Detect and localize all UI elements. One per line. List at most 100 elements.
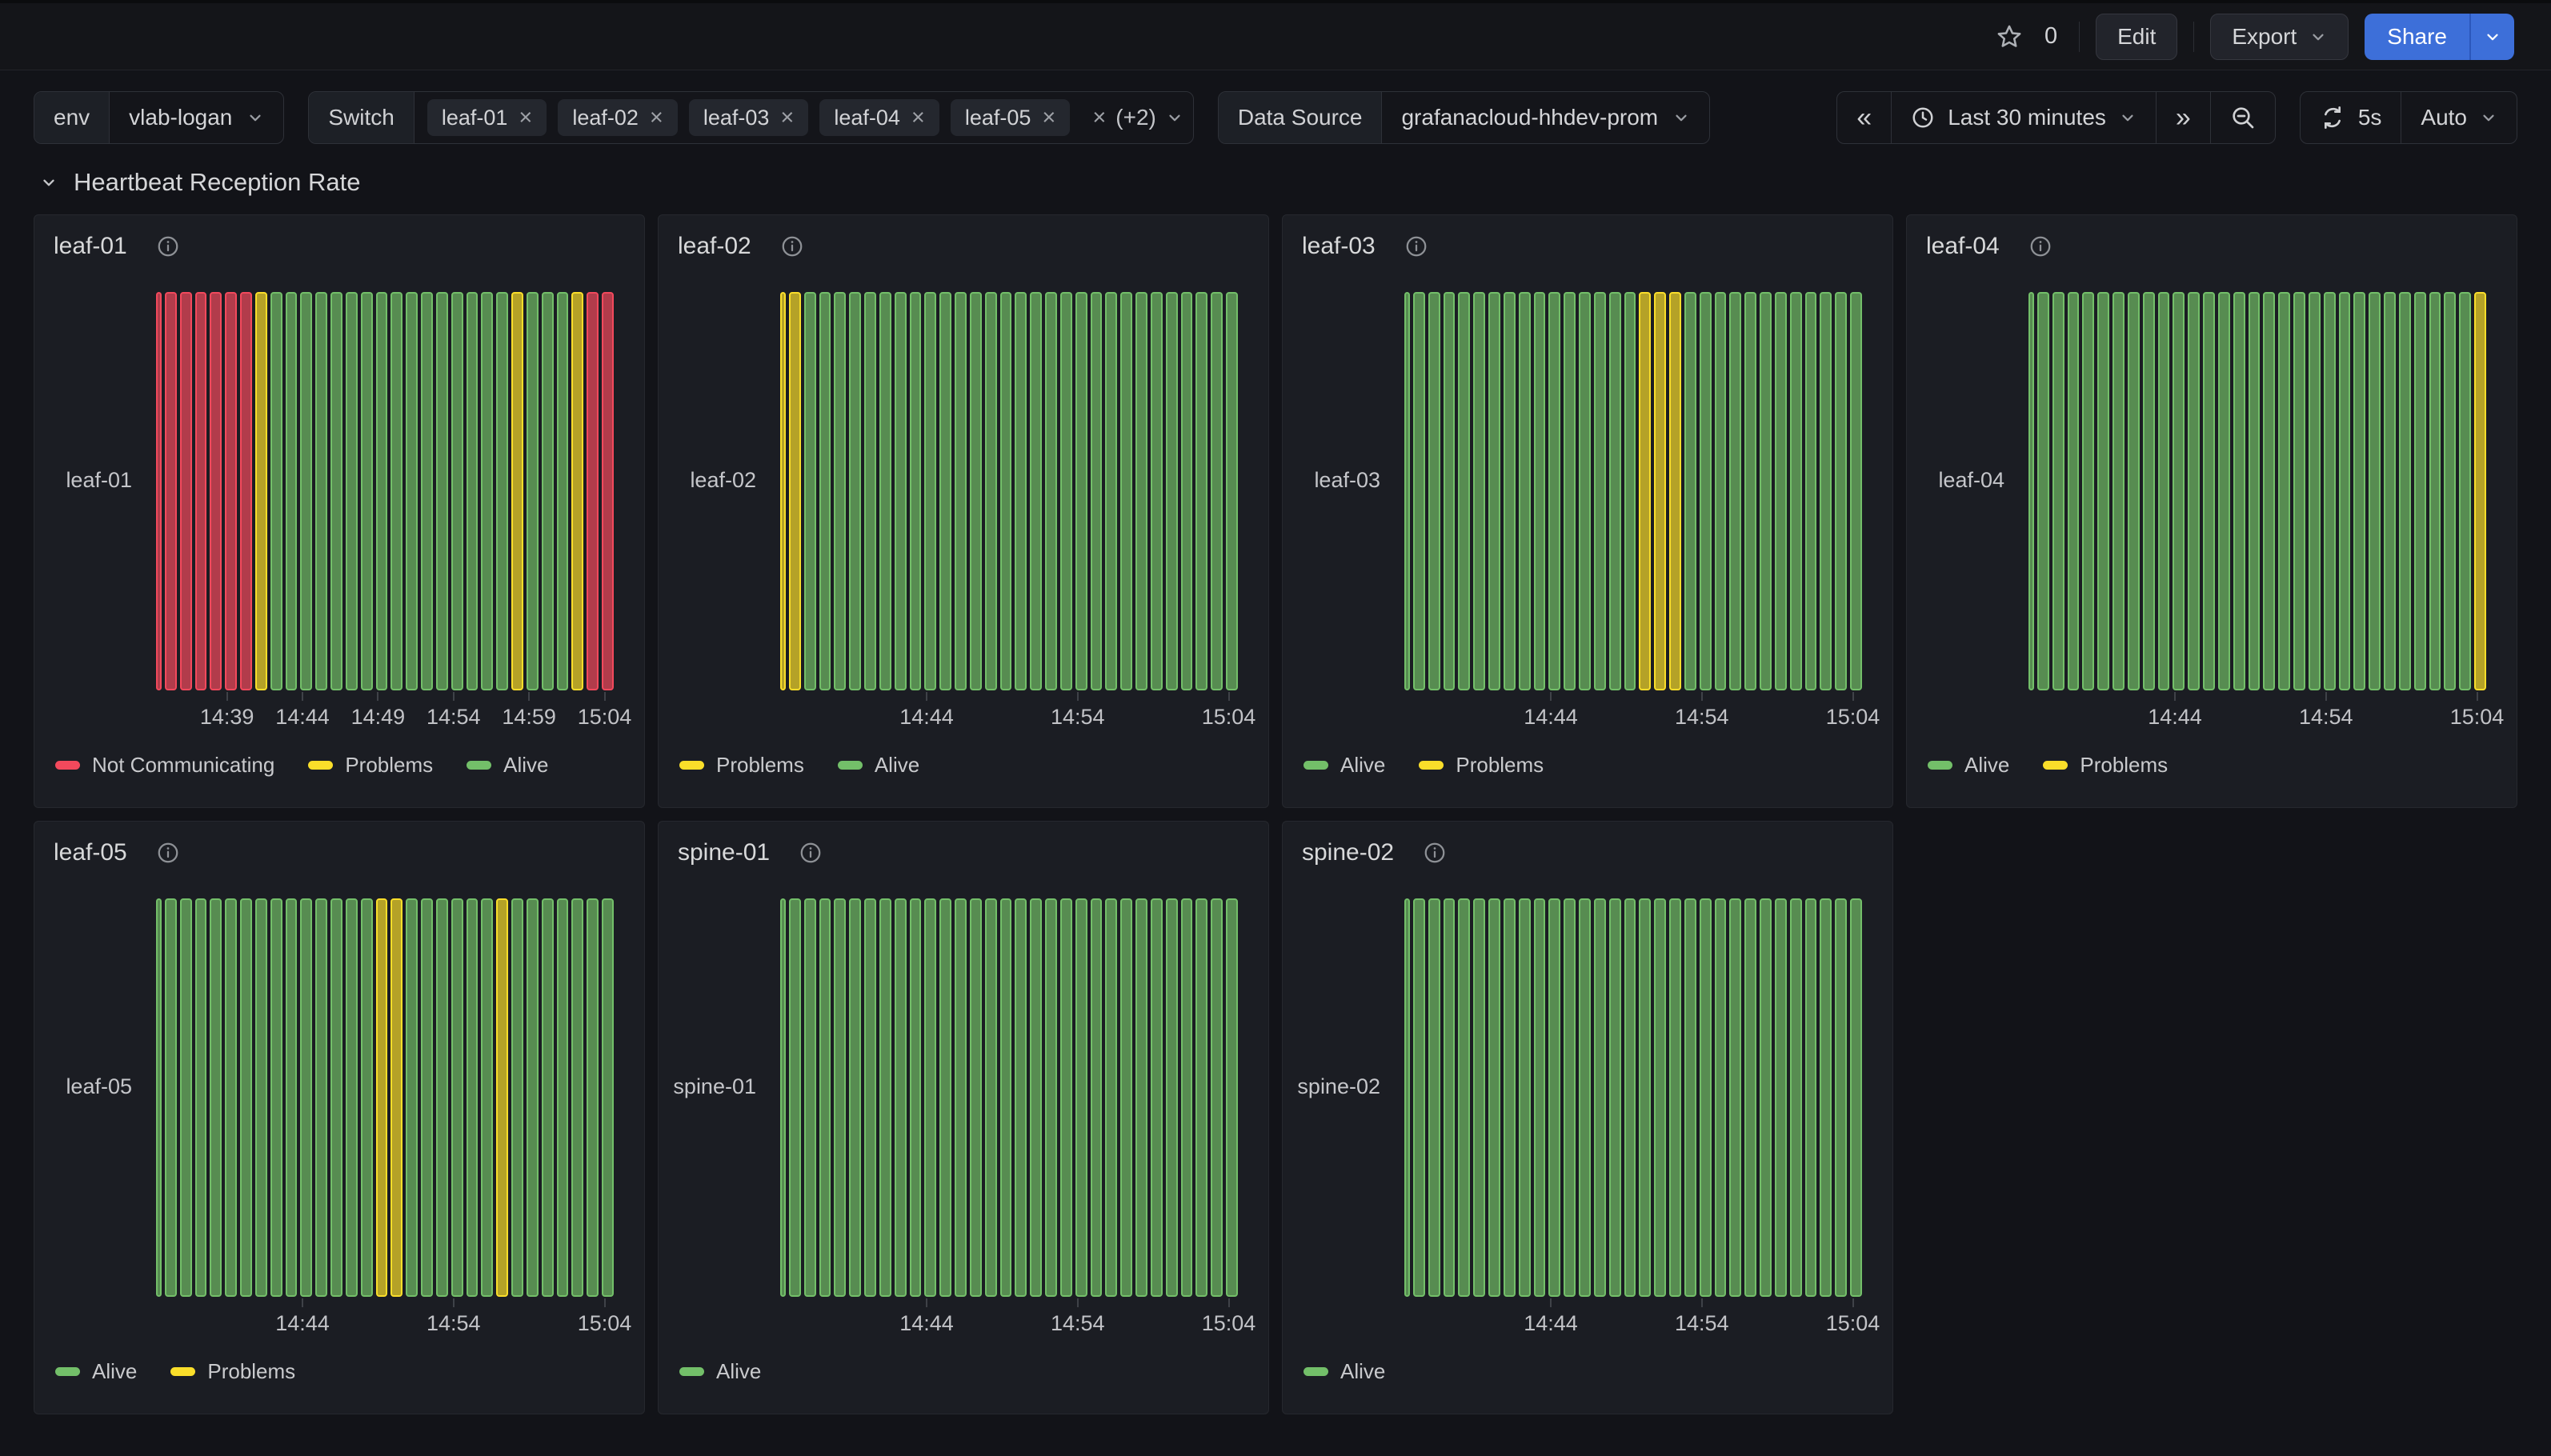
edit-button[interactable]: Edit bbox=[2096, 14, 2177, 60]
row-header-heartbeat[interactable]: Heartbeat Reception Rate bbox=[0, 144, 2551, 197]
panel-spine-02: spine-02spine-0214:4414:5415:04Alive bbox=[1282, 821, 1893, 1414]
bars-track bbox=[1404, 898, 1862, 1297]
share-button[interactable]: Share bbox=[2365, 14, 2469, 60]
remove-tag-icon[interactable]: × bbox=[780, 106, 794, 130]
info-icon[interactable] bbox=[156, 841, 180, 865]
legend: Alive Problems bbox=[1283, 737, 1892, 807]
status-bar-notcomm bbox=[587, 292, 599, 690]
x-axis: 14:4414:5415:04 bbox=[156, 1297, 614, 1343]
status-bar-alive bbox=[1151, 898, 1163, 1297]
time-zoom-out-button[interactable] bbox=[2210, 92, 2275, 143]
time-range-picker[interactable]: Last 30 minutes bbox=[1891, 92, 2156, 143]
datasource-value-dropdown[interactable]: grafanacloud-hhdev-prom bbox=[1382, 92, 1709, 143]
header-divider bbox=[2079, 22, 2080, 52]
status-bar-alive bbox=[1744, 898, 1756, 1297]
info-icon[interactable] bbox=[1404, 234, 1428, 258]
legend-item-alive[interactable]: Alive bbox=[838, 753, 919, 778]
info-icon[interactable] bbox=[1423, 841, 1447, 865]
refresh-button[interactable]: 5s bbox=[2301, 92, 2401, 143]
share-menu-button[interactable] bbox=[2469, 14, 2514, 60]
status-bar-alive bbox=[225, 898, 237, 1297]
x-axis-label: 14:44 bbox=[1524, 1311, 1578, 1336]
switch-overflow-dropdown[interactable]: × (+2) bbox=[1083, 92, 1193, 143]
remove-tag-icon[interactable]: × bbox=[650, 106, 663, 130]
status-bar-alive bbox=[2414, 292, 2426, 690]
status-bar-alive bbox=[1534, 292, 1546, 690]
env-value-dropdown[interactable]: vlab-logan bbox=[110, 92, 283, 143]
star-icon bbox=[1996, 23, 2023, 50]
legend-item-alive[interactable]: Alive bbox=[1928, 753, 2009, 778]
remove-tag-icon[interactable]: × bbox=[1042, 106, 1055, 130]
x-axis-label: 15:04 bbox=[1202, 1311, 1256, 1336]
time-shift-forward-button[interactable]: » bbox=[2156, 92, 2210, 143]
chevron-down-icon bbox=[2309, 28, 2327, 46]
status-bar-alive bbox=[1700, 292, 1712, 690]
legend-swatch bbox=[1304, 1367, 1328, 1376]
remove-tag-icon[interactable]: × bbox=[519, 106, 532, 130]
legend-item-notcomm[interactable]: Not Communicating bbox=[55, 753, 274, 778]
export-button[interactable]: Export bbox=[2210, 14, 2349, 60]
x-axis-tick bbox=[1701, 692, 1703, 701]
status-bar-alive bbox=[1760, 898, 1772, 1297]
double-chevron-left-icon: « bbox=[1856, 102, 1872, 134]
status-bar-alive bbox=[390, 292, 402, 690]
switch-tag-leaf-01[interactable]: leaf-01× bbox=[427, 99, 547, 136]
status-history-chart: leaf-0514:4414:5415:04 bbox=[34, 876, 644, 1343]
legend-item-problems[interactable]: Problems bbox=[679, 753, 804, 778]
switch-tag-leaf-04[interactable]: leaf-04× bbox=[819, 99, 939, 136]
info-icon[interactable] bbox=[780, 234, 804, 258]
legend-item-alive[interactable]: Alive bbox=[55, 1359, 137, 1384]
legend-item-problems[interactable]: Problems bbox=[308, 753, 433, 778]
status-bar-notcomm bbox=[156, 292, 162, 690]
bars-track bbox=[156, 898, 614, 1297]
status-bar-alive bbox=[955, 292, 967, 690]
panel-title[interactable]: spine-02 bbox=[1302, 839, 1394, 866]
x-axis: 14:4414:5415:04 bbox=[1404, 690, 1862, 737]
legend-item-problems[interactable]: Problems bbox=[2043, 753, 2168, 778]
switch-tag-leaf-03[interactable]: leaf-03× bbox=[689, 99, 809, 136]
time-shift-back-button[interactable]: « bbox=[1837, 92, 1891, 143]
legend-swatch bbox=[1928, 761, 1952, 770]
panel-title[interactable]: spine-01 bbox=[678, 839, 770, 866]
panel-title[interactable]: leaf-05 bbox=[54, 839, 127, 866]
legend-item-alive[interactable]: Alive bbox=[1304, 1359, 1385, 1384]
panel-title[interactable]: leaf-02 bbox=[678, 233, 751, 260]
legend: Alive Problems bbox=[1907, 737, 2517, 807]
status-bar-alive bbox=[1226, 292, 1238, 690]
star-button[interactable] bbox=[1996, 23, 2023, 50]
plot-area: 14:4414:5415:04 bbox=[1404, 876, 1862, 1343]
clear-all-icon[interactable]: × bbox=[1092, 105, 1106, 131]
refresh-mode-dropdown[interactable]: Auto bbox=[2401, 92, 2517, 143]
status-bar-alive bbox=[1105, 292, 1117, 690]
panel-title[interactable]: leaf-03 bbox=[1302, 233, 1376, 260]
legend-item-alive[interactable]: Alive bbox=[467, 753, 548, 778]
switch-tag-leaf-02[interactable]: leaf-02× bbox=[558, 99, 678, 136]
legend-item-problems[interactable]: Problems bbox=[170, 1359, 295, 1384]
status-bar-alive bbox=[1715, 292, 1727, 690]
legend-item-alive[interactable]: Alive bbox=[1304, 753, 1385, 778]
status-bar-alive bbox=[315, 898, 327, 1297]
panel-title[interactable]: leaf-01 bbox=[54, 233, 127, 260]
info-icon[interactable] bbox=[2028, 234, 2052, 258]
remove-tag-icon[interactable]: × bbox=[911, 106, 925, 130]
status-bar-alive bbox=[451, 292, 463, 690]
x-axis-tick bbox=[1852, 1298, 1854, 1307]
info-icon[interactable] bbox=[156, 234, 180, 258]
panel-title[interactable]: leaf-04 bbox=[1926, 233, 2000, 260]
panel-header: leaf-05 bbox=[34, 822, 644, 876]
status-bar-alive bbox=[2068, 292, 2080, 690]
status-bar-alive bbox=[2233, 292, 2245, 690]
switch-tag-leaf-05[interactable]: leaf-05× bbox=[951, 99, 1071, 136]
status-bar-alive bbox=[1775, 292, 1787, 690]
legend-label: Problems bbox=[345, 753, 433, 778]
info-icon[interactable] bbox=[799, 841, 823, 865]
legend-swatch bbox=[679, 761, 704, 770]
status-bar-alive bbox=[1534, 898, 1546, 1297]
legend-item-alive[interactable]: Alive bbox=[679, 1359, 761, 1384]
status-bar-alive bbox=[789, 898, 801, 1297]
legend-item-problems[interactable]: Problems bbox=[1419, 753, 1544, 778]
chevron-down-icon bbox=[2119, 109, 2137, 126]
x-axis-tick bbox=[302, 692, 303, 701]
switch-label: Switch bbox=[309, 92, 414, 143]
status-bar-alive bbox=[527, 898, 539, 1297]
